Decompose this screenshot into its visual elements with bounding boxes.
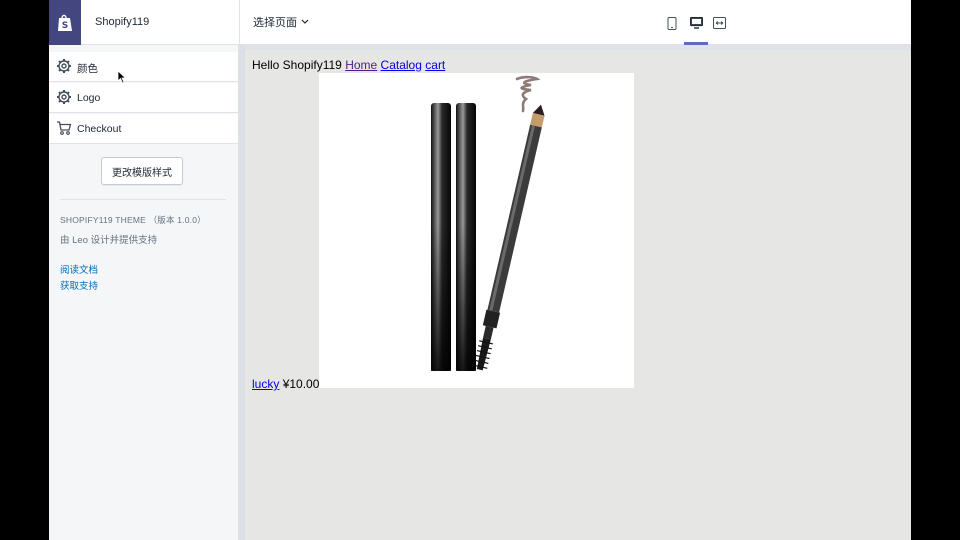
sidebar-item-label: Logo (77, 92, 101, 104)
nav-link-catalog[interactable]: Catalog (381, 58, 422, 72)
fullwidth-view-button[interactable] (711, 15, 727, 31)
product-line: lucky ¥10.00 (252, 377, 319, 391)
sidebar-item-colors[interactable]: 颜色 (49, 52, 238, 82)
gear-icon (57, 90, 71, 104)
top-divider (239, 0, 240, 45)
nav-link-home[interactable]: Home (345, 58, 377, 72)
shopify-logo[interactable]: S (49, 0, 81, 45)
desktop-icon (689, 17, 703, 29)
get-support-link[interactable]: 获取支持 (60, 278, 98, 292)
eyebrow-pencil-image (431, 75, 545, 371)
nav-link-cart[interactable]: cart (425, 58, 445, 72)
product-price: ¥10.00 (282, 377, 320, 391)
greeting-line: Hello Shopify119 Home Catalog cart (252, 58, 445, 72)
store-name: Shopify119 (95, 16, 150, 28)
top-bar: S Shopify119 选择页面 (49, 0, 911, 45)
cart-icon (57, 121, 72, 135)
read-docs-link[interactable]: 阅读文档 (60, 262, 98, 276)
mobile-icon (667, 16, 677, 30)
sidebar-divider (60, 199, 226, 200)
page-selector-label: 选择页面 (253, 17, 297, 29)
shopify-bag-icon: S (58, 14, 72, 31)
chevron-down-icon (301, 19, 309, 24)
sidebar-item-logo[interactable]: Logo (49, 83, 238, 113)
theme-editor-window: S Shopify119 选择页面 颜色 Logo Checkout 更改模版样… (49, 0, 911, 540)
product-image[interactable] (319, 73, 634, 388)
change-theme-button[interactable]: 更改模版样式 (101, 157, 183, 185)
sidebar-item-checkout[interactable]: Checkout (49, 114, 238, 144)
mobile-view-button[interactable] (664, 15, 680, 31)
theme-name: SHOPIFY119 THEME （版本 1.0.0） (60, 215, 206, 225)
fullwidth-icon (712, 17, 726, 29)
sidebar-item-label: Checkout (77, 123, 122, 135)
page-selector-dropdown[interactable]: 选择页面 (253, 14, 309, 30)
desktop-view-button[interactable] (688, 15, 704, 31)
mouse-cursor-icon (117, 70, 127, 84)
gear-icon (57, 59, 71, 73)
product-name-link[interactable]: lucky (252, 377, 279, 391)
store-preview: Hello Shopify119 Home Catalog cart lucky… (245, 45, 911, 540)
theme-credit: 由 Leo 设计并提供支持 (60, 235, 158, 246)
preview-top-border (245, 45, 911, 50)
sidebar-item-label: 颜色 (77, 63, 98, 75)
sidebar: 颜色 Logo Checkout 更改模版样式 SHOPIFY119 THEME… (49, 45, 239, 540)
greeting-text: Hello Shopify119 (252, 58, 342, 72)
svg-text:S: S (62, 21, 68, 31)
